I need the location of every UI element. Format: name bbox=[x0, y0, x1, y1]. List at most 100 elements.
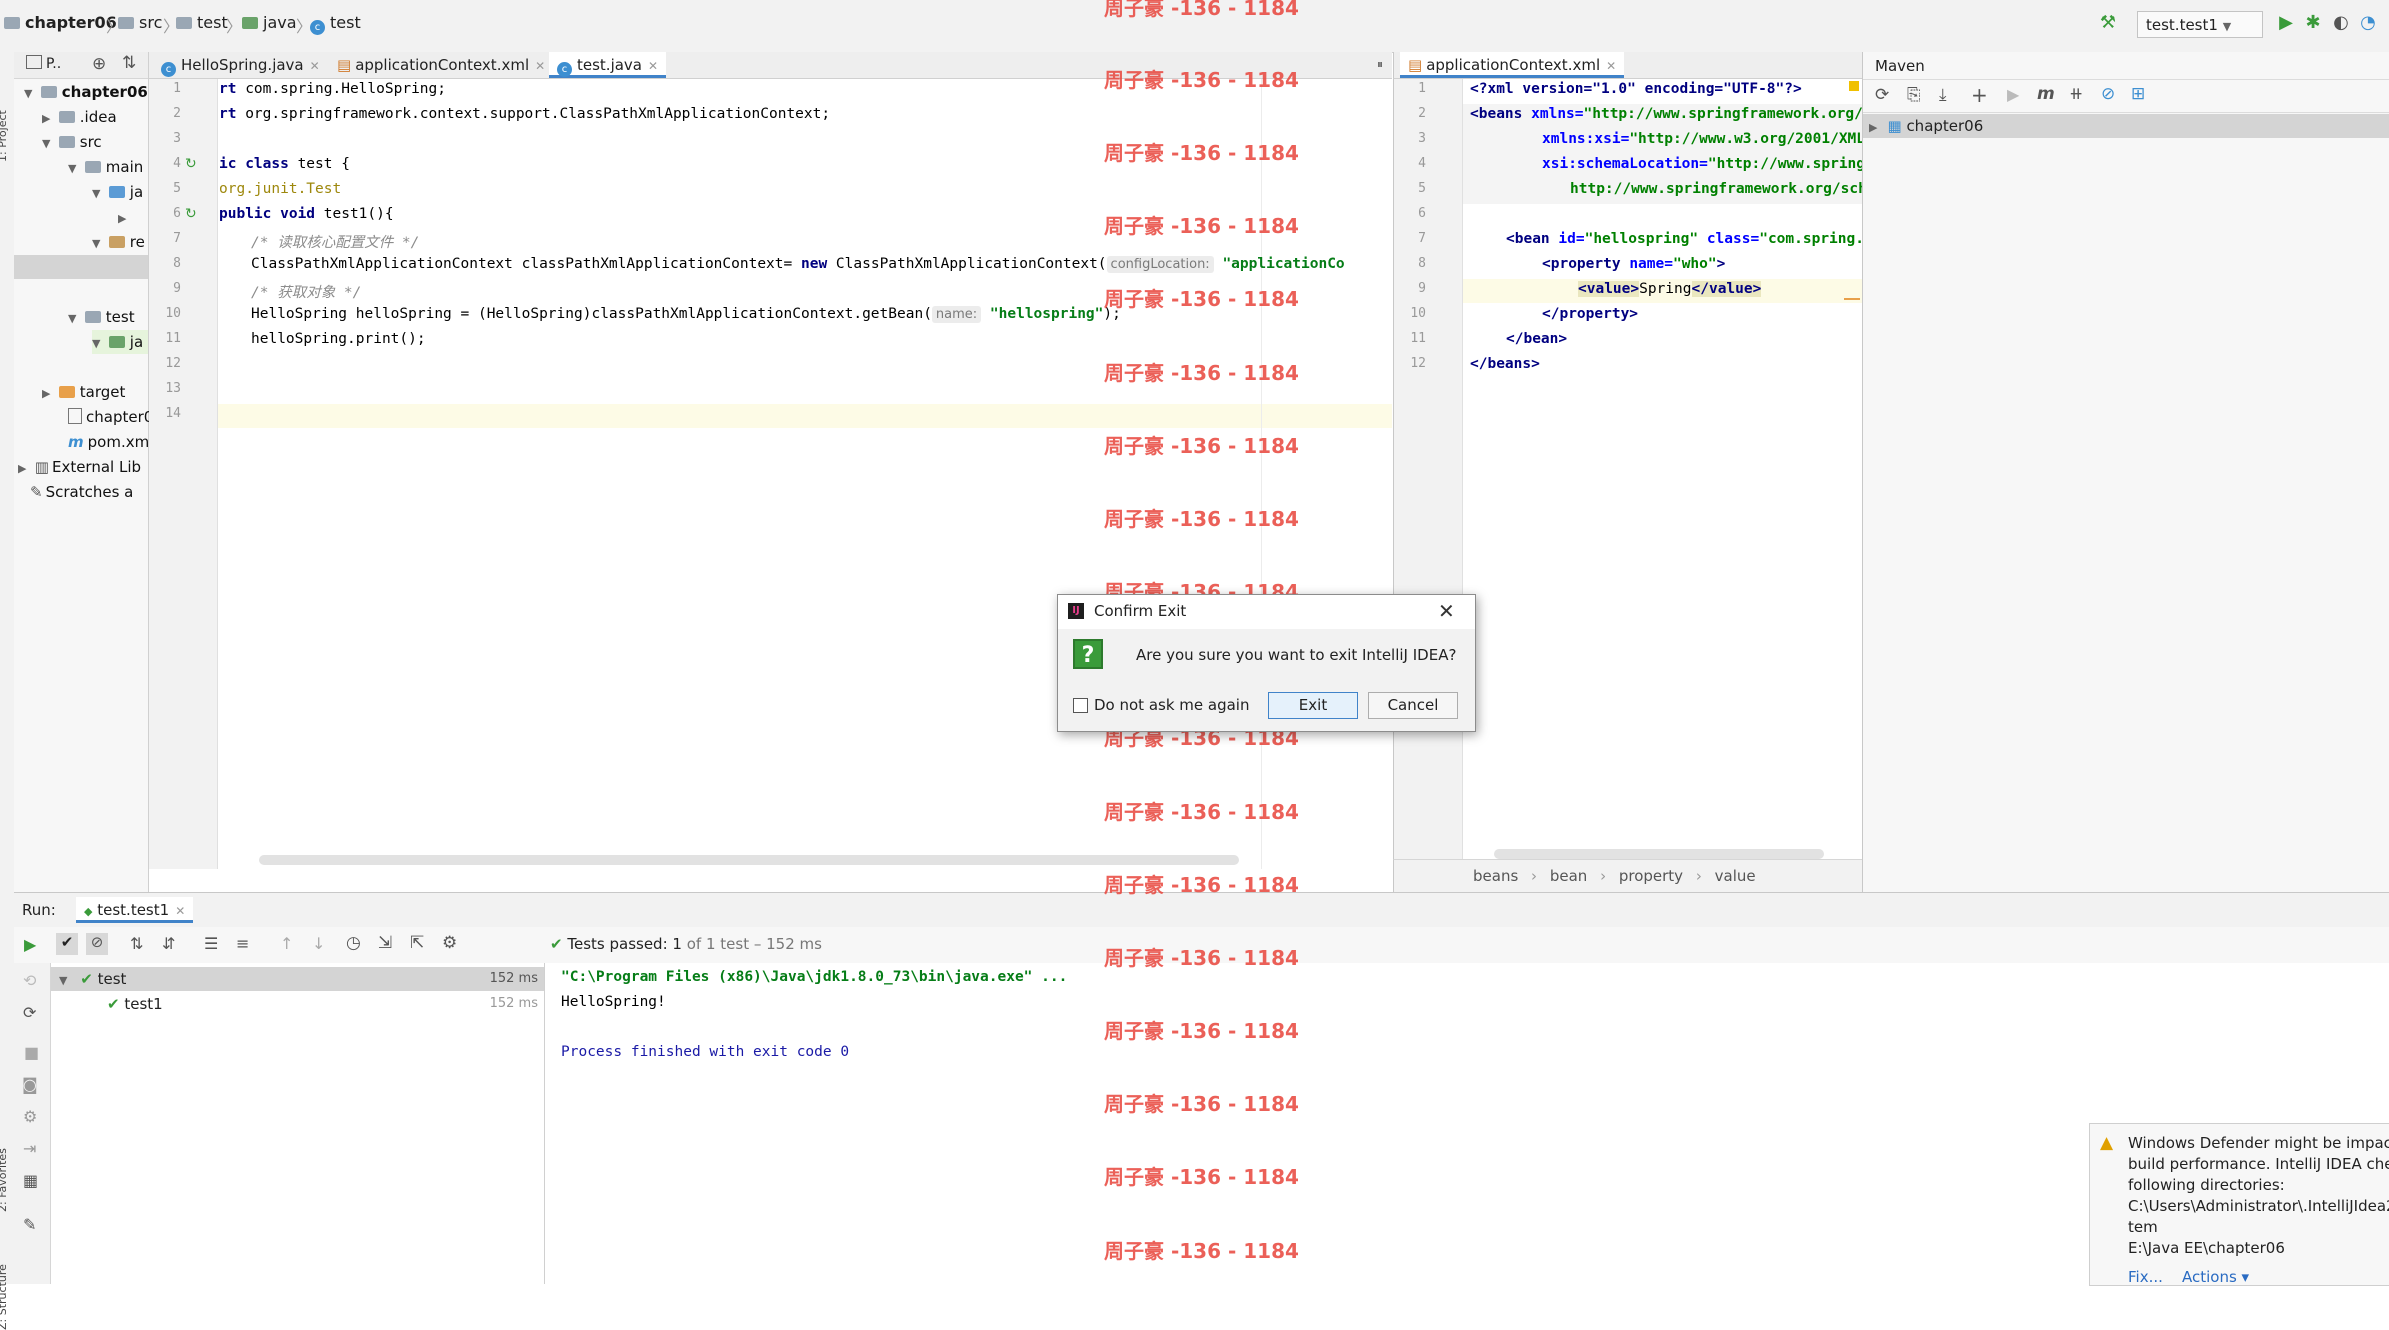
collapse-icon[interactable]: ⇅ bbox=[122, 53, 136, 73]
tab-applicationcontext-xml-right[interactable]: ▤ applicationContext.xml ✕ bbox=[1400, 52, 1625, 78]
generate-sources-icon[interactable]: ⎘ bbox=[1907, 85, 1921, 105]
collapse-all-icon[interactable]: ≡ bbox=[236, 934, 249, 953]
do-not-ask-checkbox[interactable] bbox=[1073, 698, 1088, 713]
run-configuration-select[interactable]: test.test1 ▼ bbox=[2137, 11, 2263, 38]
run-tab[interactable]: ◆ test.test1 ✕ bbox=[76, 897, 194, 923]
warning-marker[interactable] bbox=[1849, 81, 1859, 91]
show-passed-icon[interactable]: ✔ bbox=[56, 933, 78, 955]
add-icon[interactable]: + bbox=[1971, 83, 1988, 107]
actions-link[interactable]: Actions ▾ bbox=[2182, 1268, 2249, 1286]
split-icon[interactable]: ⏸ bbox=[1377, 57, 1383, 72]
close-icon[interactable]: ✕ bbox=[535, 59, 545, 73]
execute-goal-icon[interactable]: m bbox=[2037, 84, 2055, 104]
run-test-gutter-icon[interactable]: ↻ bbox=[185, 156, 197, 172]
tree-item-chapter06[interactable]: ▼ chapter06 bbox=[24, 80, 148, 104]
xml-editor[interactable]: 1 2 3 4 5 6 7 8 9 10 11 12 <?xml version… bbox=[1393, 79, 2075, 859]
test-case-row[interactable]: ✔ test1 152 ms bbox=[51, 992, 544, 1016]
build-hammer-icon[interactable]: ⚒ bbox=[2098, 13, 2118, 33]
stop-square-icon[interactable]: ■ bbox=[24, 1043, 39, 1062]
crumb-property[interactable]: property bbox=[1619, 867, 1683, 885]
expand-all-icon[interactable]: ☰ bbox=[204, 934, 218, 953]
show-ignored-icon[interactable]: ⊘ bbox=[86, 933, 108, 955]
horizontal-scrollbar[interactable] bbox=[1494, 849, 1824, 859]
xml-tag: </property> bbox=[1542, 306, 1639, 322]
tree-item-scratches[interactable]: ✎ Scratches a bbox=[30, 480, 133, 504]
tree-item-collapsed[interactable]: ▶ bbox=[118, 205, 130, 229]
close-icon[interactable]: ✕ bbox=[310, 59, 320, 73]
close-icon[interactable]: ✕ bbox=[648, 59, 658, 73]
tree-item-target[interactable]: ▶ target bbox=[42, 380, 125, 404]
horizontal-scrollbar[interactable] bbox=[259, 855, 1239, 865]
camera-icon[interactable]: ◙ bbox=[22, 1075, 38, 1094]
layout-icon[interactable]: ▦ bbox=[23, 1171, 38, 1190]
exit-button[interactable]: Exit bbox=[1268, 692, 1358, 719]
breadcrumb-project[interactable]: chapter06 bbox=[4, 13, 117, 32]
tree-item-main[interactable]: ▼ main bbox=[68, 155, 143, 179]
coverage-icon[interactable]: ◐ bbox=[2331, 13, 2351, 33]
run-maven-icon[interactable]: ▶ bbox=[2007, 85, 2019, 104]
crumb-bean[interactable]: bean bbox=[1550, 867, 1587, 885]
history-icon[interactable]: ◷ bbox=[346, 933, 361, 953]
debug-icon[interactable]: ✱ bbox=[2303, 13, 2323, 33]
settings-gear-icon[interactable]: ⚙ bbox=[442, 933, 457, 953]
sort-duration-icon[interactable]: ⇵ bbox=[162, 934, 175, 953]
project-view-select[interactable]: P.. bbox=[26, 55, 61, 72]
structure-tool-tab[interactable]: Z: Structure bbox=[0, 1264, 9, 1330]
maven-project-item[interactable]: ▶ ▦ chapter06 bbox=[1863, 114, 2389, 138]
download-icon[interactable]: ⤓ bbox=[1939, 85, 1947, 105]
skip-tests-icon[interactable]: ⊘ bbox=[2101, 84, 2115, 104]
fix-link[interactable]: Fix... bbox=[2128, 1268, 2163, 1286]
run-test-gutter-icon[interactable]: ↻ bbox=[185, 206, 197, 222]
java-editor[interactable]: 1 2 3 4 5 6 7 8 9 10 11 12 13 14 ↻ ↻ rt … bbox=[149, 79, 1392, 892]
crumb-beans[interactable]: beans bbox=[1473, 867, 1518, 885]
import-tests-icon[interactable]: ⇲ bbox=[378, 933, 392, 953]
toggle-offline-icon[interactable]: ⧺ bbox=[2069, 84, 2083, 104]
run-icon[interactable]: ▶ bbox=[2276, 13, 2296, 33]
breadcrumb-separator: › bbox=[1695, 867, 1702, 885]
reload-icon[interactable]: ⟳ bbox=[1875, 85, 1889, 105]
tab-applicationcontext-xml[interactable]: ▤ applicationContext.xml ✕ bbox=[329, 52, 553, 78]
tree-item-src[interactable]: ▼ src bbox=[42, 130, 102, 154]
test-suite-row[interactable]: ▼ ✔ test 152 ms bbox=[51, 967, 544, 991]
breadcrumb-java[interactable]: java bbox=[242, 13, 297, 32]
rerun-icon[interactable]: ▶ bbox=[24, 935, 36, 954]
breadcrumb-src[interactable]: src bbox=[118, 13, 162, 32]
profile-icon[interactable]: ◔ bbox=[2358, 13, 2378, 33]
do-not-ask-label[interactable]: Do not ask me again bbox=[1094, 696, 1249, 714]
breadcrumb-test[interactable]: test bbox=[176, 13, 228, 32]
tab-test-java[interactable]: c test.java ✕ bbox=[549, 52, 667, 78]
error-stripe-mark[interactable] bbox=[1844, 298, 1860, 300]
tree-item-test[interactable]: ▼ test bbox=[68, 305, 135, 329]
xml-file-icon: ▤ bbox=[1408, 56, 1423, 74]
sort-alpha-icon[interactable]: ⇅ bbox=[130, 934, 143, 953]
tab-hellospring-java[interactable]: c HelloSpring.java ✕ bbox=[153, 52, 328, 78]
toggle-auto-test-icon[interactable]: ⟳ bbox=[23, 1003, 36, 1022]
locate-icon[interactable]: ⊕ bbox=[92, 54, 106, 74]
tree-item-resources[interactable]: ▼ re bbox=[92, 230, 145, 254]
close-icon[interactable]: ✕ bbox=[175, 904, 185, 918]
tree-item-idea[interactable]: ▶ .idea bbox=[42, 105, 117, 129]
tree-item-main-java[interactable]: ▼ ja bbox=[92, 180, 143, 204]
export-tests-icon[interactable]: ⇱ bbox=[410, 933, 424, 953]
close-icon[interactable]: ✕ bbox=[1438, 599, 1455, 623]
stop-icon[interactable]: ⟲ bbox=[23, 971, 36, 990]
previous-failed-icon[interactable]: ↑ bbox=[280, 934, 293, 953]
tree-item-test-java[interactable]: ▼ ja bbox=[92, 330, 148, 354]
project-tool-tab[interactable]: 1: Project bbox=[0, 110, 9, 162]
settings-icon[interactable]: ⚙ bbox=[23, 1107, 37, 1126]
next-failed-icon[interactable]: ↓ bbox=[312, 934, 325, 953]
tree-item-selected[interactable] bbox=[14, 255, 148, 279]
breadcrumb-class[interactable]: c test bbox=[310, 13, 361, 35]
cancel-button[interactable]: Cancel bbox=[1368, 692, 1458, 719]
crumb-value[interactable]: value bbox=[1715, 867, 1756, 885]
favorites-tool-tab[interactable]: 2: Favorites bbox=[0, 1148, 9, 1212]
pin-icon[interactable]: ✎ bbox=[23, 1215, 36, 1234]
breadcrumb-separator: › bbox=[1531, 867, 1538, 885]
tree-item-pom[interactable]: m pom.xm bbox=[68, 430, 149, 454]
tree-item-iml[interactable]: chapter0 bbox=[68, 405, 153, 429]
show-dependencies-icon[interactable]: ⊞ bbox=[2131, 84, 2145, 104]
library-icon: ▥ bbox=[34, 458, 49, 476]
tree-item-external-libraries[interactable]: ▶ ▥ External Lib bbox=[18, 455, 141, 479]
exit-icon[interactable]: ⇥ bbox=[23, 1139, 36, 1158]
close-icon[interactable]: ✕ bbox=[1606, 59, 1616, 73]
